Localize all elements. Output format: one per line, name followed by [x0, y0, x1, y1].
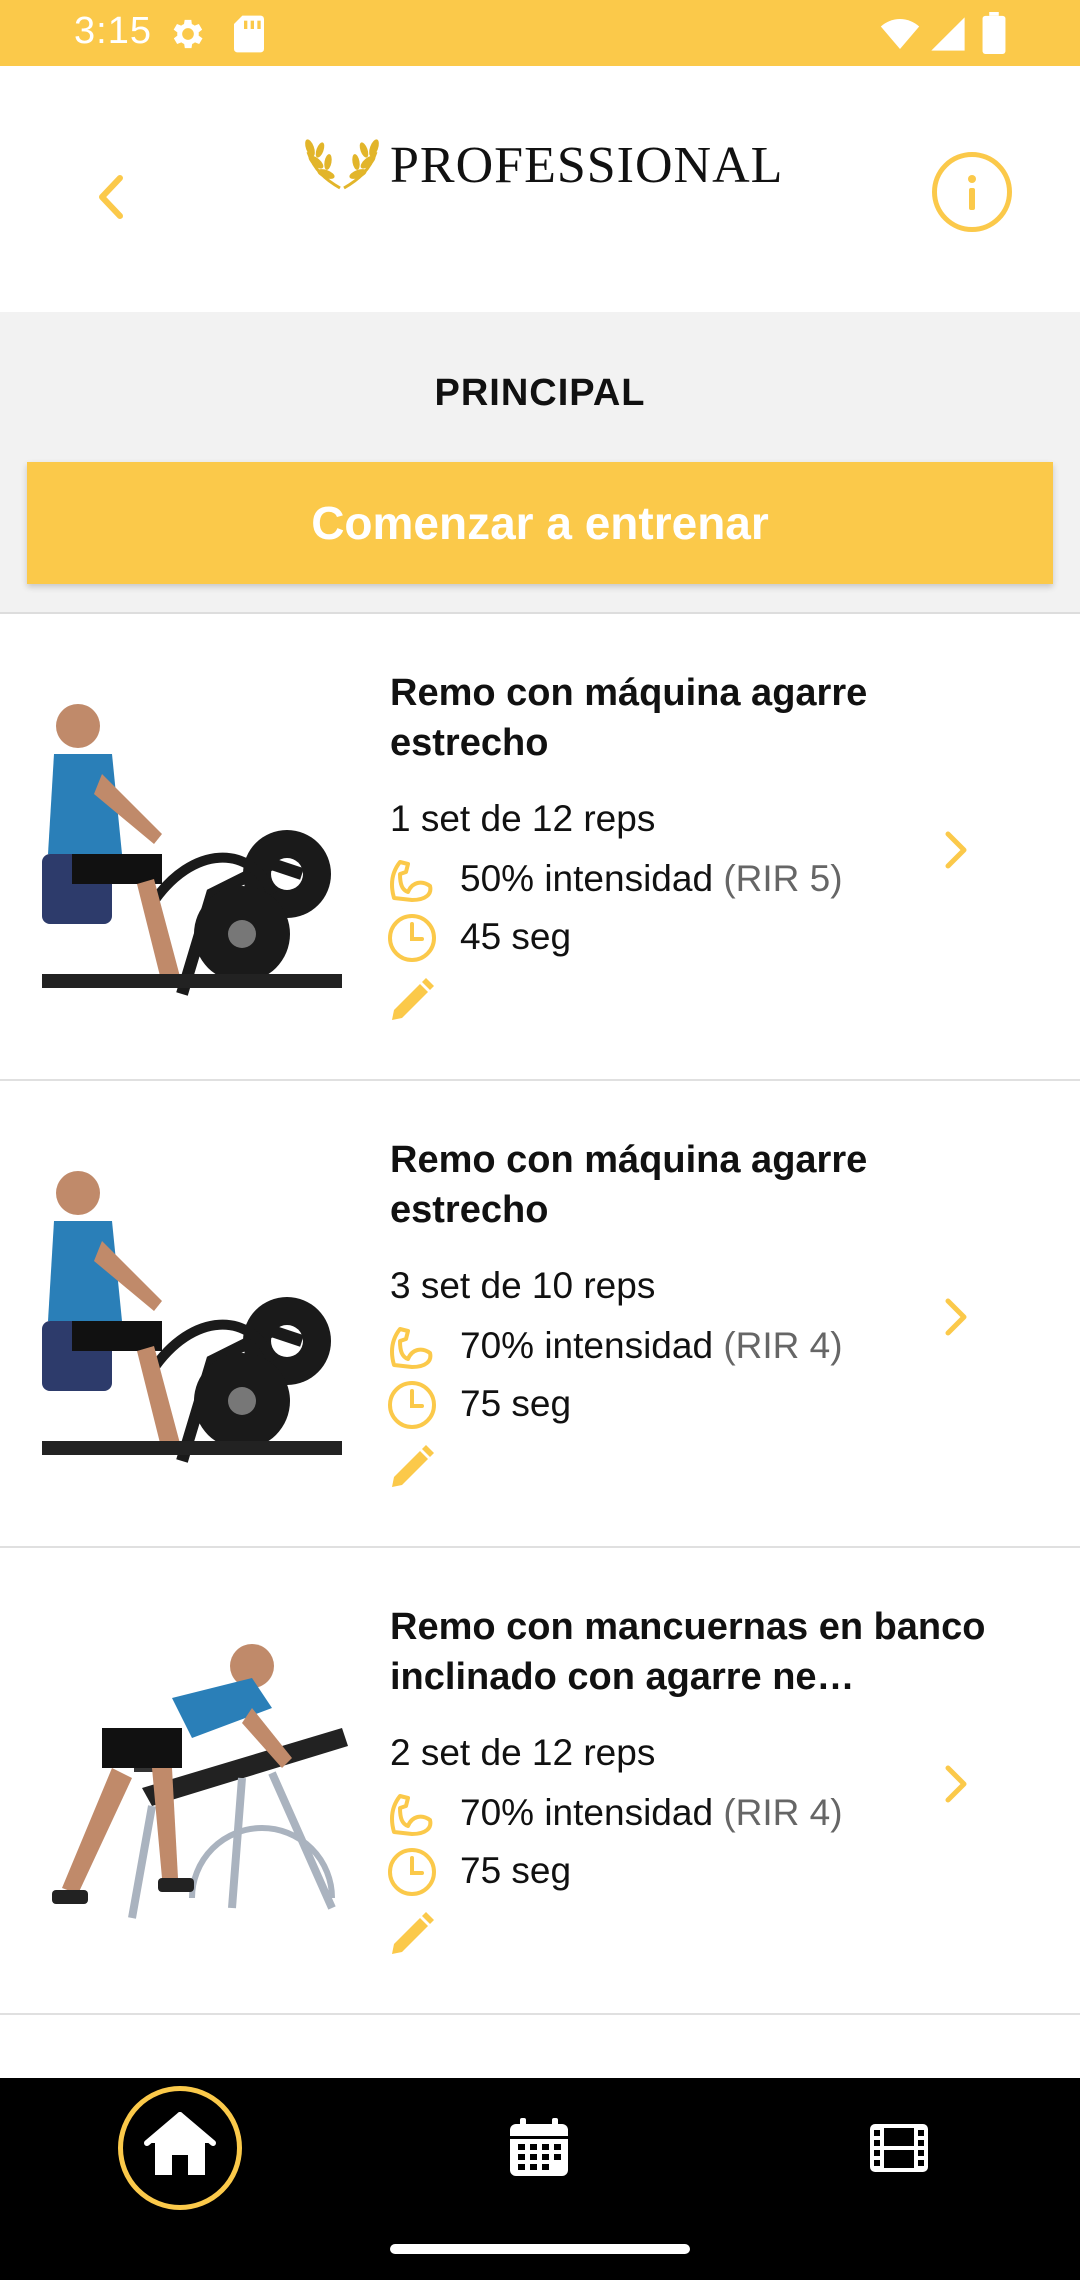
info-icon — [968, 175, 976, 210]
laurel-icon — [305, 139, 379, 190]
intensity-value: 50% intensidad — [460, 858, 714, 899]
workout-section: PRINCIPAL Comenzar a entrenar — [0, 312, 1080, 614]
signal-icon — [931, 17, 965, 51]
exercise-title: Remo con máquina agarre estrecho — [390, 1139, 868, 1231]
home-indicator[interactable] — [390, 2244, 690, 2254]
app-header: PROFESSIONAL — [0, 66, 1080, 312]
calendar-icon[interactable] — [506, 2114, 572, 2180]
chevron-right-icon[interactable] — [938, 1291, 974, 1343]
start-training-button[interactable]: Comenzar a entrenar — [27, 462, 1053, 584]
clock-icon — [388, 1381, 436, 1429]
rir-value: (RIR 4) — [723, 1325, 843, 1366]
exercise-image — [42, 1161, 348, 1467]
exercise-sets: 3 set de 10 reps — [390, 1265, 656, 1306]
pencil-icon[interactable] — [386, 1908, 438, 1960]
sd-card-icon — [234, 15, 264, 53]
rest-value: 45 seg — [460, 916, 572, 957]
bicep-icon — [390, 1327, 433, 1369]
exercise-sets: 2 set de 12 reps — [390, 1732, 656, 1773]
exercise-list: Remo con máquina agarre estrecho 1 set d… — [0, 614, 1080, 2015]
settings-icon — [173, 19, 203, 49]
section-title: PRINCIPAL — [434, 372, 646, 414]
chevron-left-icon[interactable] — [86, 162, 136, 232]
rest-value: 75 seg — [460, 1383, 572, 1424]
exercise-image — [42, 1628, 348, 1934]
pencil-icon[interactable] — [386, 1441, 438, 1493]
logo-text: PROFESSIONAL — [390, 137, 784, 194]
nav-home-button[interactable] — [118, 2086, 242, 2210]
chevron-right-icon[interactable] — [938, 1758, 974, 1810]
home-icon — [144, 2112, 216, 2175]
brand-logo: PROFESSIONAL — [300, 126, 784, 196]
bottom-navigation — [0, 2078, 1080, 2280]
bicep-icon — [390, 1794, 433, 1836]
exercise-item[interactable]: Remo con mancuernas en banco inclinado c… — [0, 1548, 1080, 2015]
exercise-title: Remo con máquina agarre estrecho — [390, 672, 868, 764]
exercise-image — [42, 694, 348, 1000]
rir-value: (RIR 4) — [723, 1792, 843, 1833]
rir-value: (RIR 5) — [723, 858, 843, 899]
status-time: 3:15 — [74, 10, 152, 52]
bicep-icon — [390, 860, 433, 902]
wifi-icon — [880, 19, 920, 49]
clock-icon — [388, 914, 436, 962]
film-icon[interactable] — [868, 2118, 930, 2178]
intensity-value: 70% intensidad — [460, 1325, 714, 1366]
clock-icon — [388, 1848, 436, 1896]
rest-value: 75 seg — [460, 1850, 572, 1891]
intensity-value: 70% intensidad — [460, 1792, 714, 1833]
exercise-item[interactable]: Remo con máquina agarre estrecho 1 set d… — [0, 614, 1080, 1081]
battery-icon — [982, 12, 1006, 54]
exercise-sets: 1 set de 12 reps — [390, 798, 656, 839]
exercise-title: Remo con mancuernas en banco inclinado c… — [390, 1606, 986, 1698]
pencil-icon[interactable] — [386, 974, 438, 1026]
status-bar: 3:15 — [0, 0, 1080, 66]
info-button[interactable] — [932, 152, 1012, 232]
chevron-right-icon[interactable] — [938, 824, 974, 876]
exercise-item[interactable]: Remo con máquina agarre estrecho 3 set d… — [0, 1081, 1080, 1548]
